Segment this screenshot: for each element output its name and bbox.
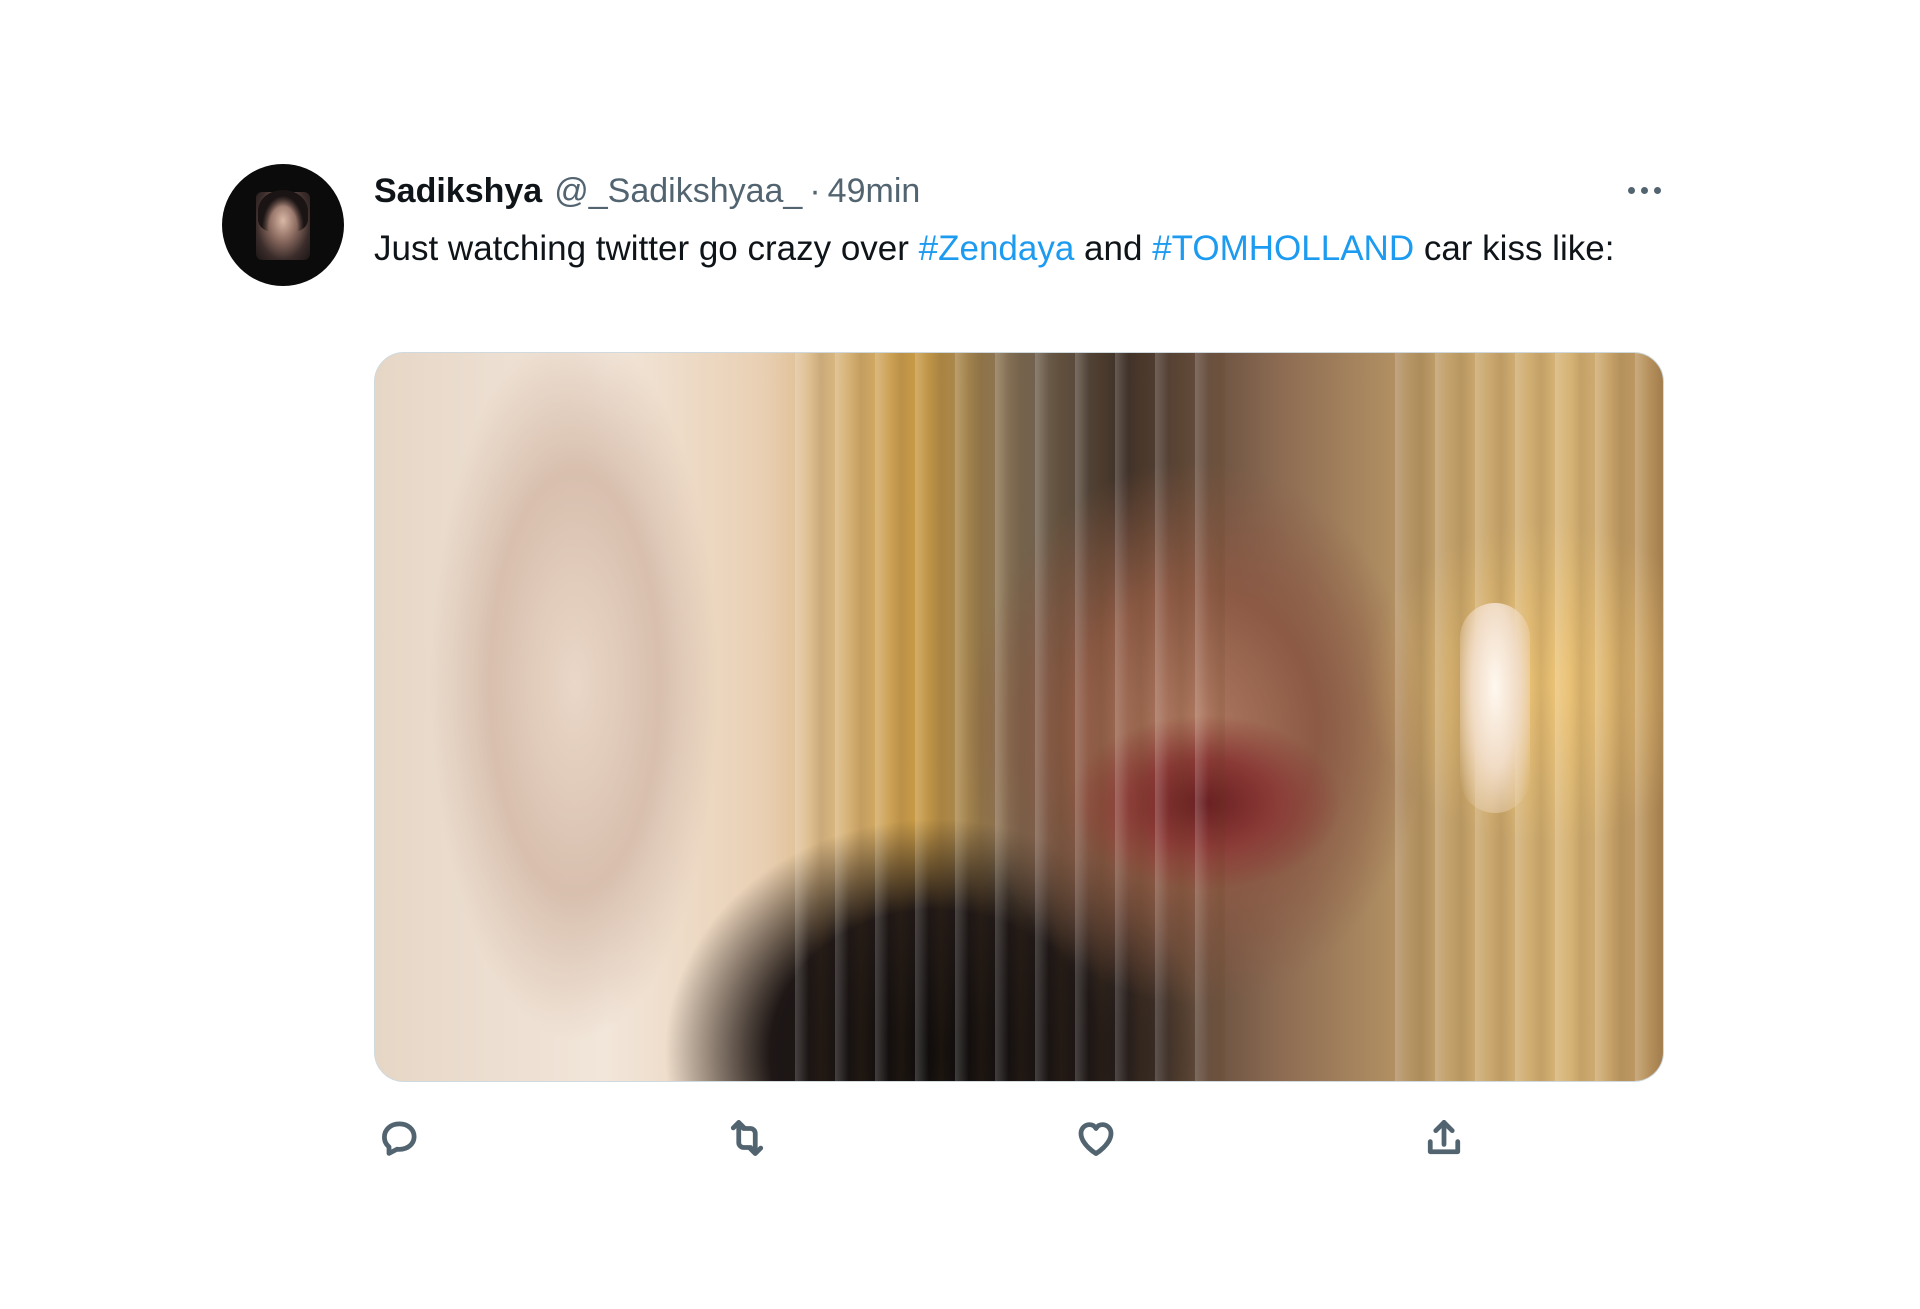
hashtag-link-zendaya[interactable]: #Zendaya [919,229,1075,268]
timestamp[interactable]: 49min [828,168,921,214]
tweet-text-part: Just watching twitter go crazy over [374,229,919,268]
hashtag-link-tomholland[interactable]: #TOMHOLLAND [1152,229,1414,268]
author-handle[interactable]: @_Sadikshyaa_ [554,168,802,214]
more-icon [1627,186,1635,194]
tweet-text-part: and [1074,229,1153,268]
tweet-media-image[interactable] [374,352,1664,1082]
author-name[interactable]: Sadikshya [374,168,542,214]
avatar[interactable] [222,164,344,286]
share-icon [1427,1120,1461,1155]
share-button[interactable] [1418,1112,1470,1164]
tweet-text-part: car kiss like: [1414,229,1615,268]
reply-button[interactable] [374,1112,426,1164]
retweet-icon [730,1120,764,1156]
more-options-button[interactable] [1622,170,1666,210]
tweet-header: Sadikshya @_Sadikshyaa_ · 49min [374,168,920,214]
tweet-actions [374,1112,1664,1170]
more-icon [1640,186,1648,194]
media-motion-blur [795,353,1225,1081]
reply-icon [382,1121,417,1156]
tweet-card: Sadikshya @_Sadikshyaa_ · 49min Just wat… [0,0,1920,1309]
header-separator: · [809,172,821,210]
tweet-text: Just watching twitter go crazy over #Zen… [374,223,1674,275]
retweet-button[interactable] [721,1112,773,1164]
more-icon [1653,186,1661,194]
avatar-photo-detail [258,190,308,232]
media-headphone-highlight [1460,603,1530,813]
like-button[interactable] [1070,1112,1122,1164]
like-icon [1078,1122,1114,1156]
